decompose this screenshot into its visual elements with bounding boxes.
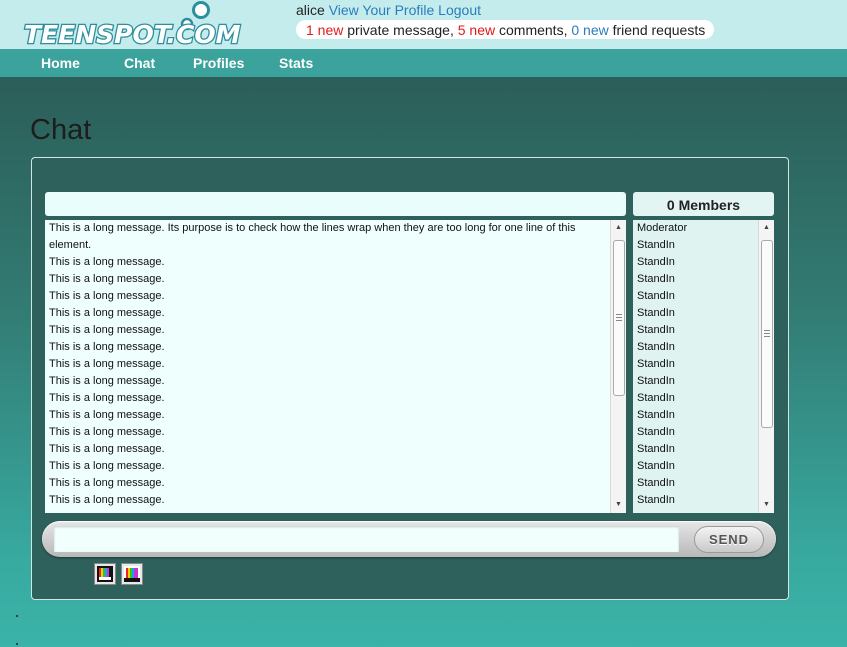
- background-color-button[interactable]: [121, 563, 143, 585]
- member-scroll-thumb[interactable]: [761, 240, 773, 428]
- member-list-item[interactable]: StandIn: [633, 305, 774, 322]
- member-list-item[interactable]: StandIn: [633, 458, 774, 475]
- top-header: TEENSPOT.COM alice View Your Profile Log…: [0, 0, 847, 49]
- chat-message: This is a long message.: [49, 256, 165, 268]
- chat-message: This is a long message.: [49, 494, 165, 506]
- decorative-dot: [16, 615, 18, 617]
- scroll-down-icon[interactable]: ▼: [611, 497, 626, 513]
- member-list-item[interactable]: StandIn: [633, 441, 774, 458]
- member-list-item[interactable]: StandIn: [633, 339, 774, 356]
- member-list-item[interactable]: StandIn: [633, 492, 774, 509]
- member-list-item[interactable]: StandIn: [633, 271, 774, 288]
- logo-wordmark: TEENSPOT.COM: [24, 20, 241, 49]
- chat-message: This is a long message.: [49, 290, 165, 302]
- username: alice: [296, 2, 325, 18]
- member-list-item[interactable]: StandIn: [633, 322, 774, 339]
- message-scrollbar[interactable]: ▲ ▼: [610, 220, 626, 513]
- comments-label: comments,: [499, 22, 568, 38]
- private-messages-label: private message,: [347, 22, 454, 38]
- member-list-item[interactable]: Moderator: [633, 220, 774, 237]
- nav-profiles[interactable]: Profiles: [193, 55, 244, 71]
- message-scroll-thumb[interactable]: [613, 240, 625, 396]
- member-scrollbar[interactable]: ▲ ▼: [758, 220, 774, 513]
- nav-chat[interactable]: Chat: [124, 55, 155, 71]
- comments-count[interactable]: 5 new: [458, 22, 495, 38]
- chat-message: This is a long message.: [49, 375, 165, 387]
- member-list[interactable]: Moderator StandIn StandIn StandIn StandIn Sta…: [633, 220, 774, 513]
- send-button[interactable]: SEND: [694, 526, 764, 553]
- chat-message: This is a long message.: [49, 409, 165, 421]
- text-color-button[interactable]: [94, 563, 116, 585]
- members-count-header: 0 Members: [633, 192, 774, 216]
- scroll-up-icon[interactable]: ▲: [611, 220, 626, 236]
- nav-stats[interactable]: Stats: [279, 55, 313, 71]
- main-nav: Home Chat Profiles Stats: [0, 49, 847, 77]
- chat-message: This is a long message. Its purpose is t…: [49, 222, 576, 251]
- member-list-item[interactable]: StandIn: [633, 356, 774, 373]
- member-list-item[interactable]: StandIn: [633, 475, 774, 492]
- scroll-up-icon[interactable]: ▲: [759, 220, 774, 236]
- chat-message: This is a long message.: [49, 341, 165, 353]
- member-list-item[interactable]: StandIn: [633, 407, 774, 424]
- decorative-dot: [16, 643, 18, 645]
- friend-requests-label: friend requests: [612, 22, 706, 38]
- friend-requests-count[interactable]: 0 new: [571, 22, 608, 38]
- member-container: Moderator StandIn StandIn StandIn StandIn Sta…: [633, 220, 774, 509]
- message-list[interactable]: This is a long message. Its purpose is t…: [45, 220, 626, 513]
- chat-message: This is a long message.: [49, 392, 165, 404]
- site-logo[interactable]: TEENSPOT.COM: [22, 0, 267, 49]
- member-list-item[interactable]: StandIn: [633, 373, 774, 390]
- private-messages-count[interactable]: 1 new: [306, 22, 343, 38]
- chat-topic-bar: [45, 192, 626, 216]
- nav-home[interactable]: Home: [41, 55, 80, 71]
- scroll-down-icon[interactable]: ▼: [759, 497, 774, 513]
- chat-message: This is a long message.: [49, 443, 165, 455]
- message-input[interactable]: [54, 526, 679, 552]
- text-color-icon: [97, 566, 113, 582]
- member-list-item[interactable]: StandIn: [633, 237, 774, 254]
- member-list-item[interactable]: StandIn: [633, 424, 774, 441]
- background-color-icon: [124, 566, 140, 582]
- member-list-item[interactable]: StandIn: [633, 254, 774, 271]
- chat-message: This is a long message.: [49, 273, 165, 285]
- chat-message: This is a long message.: [49, 307, 165, 319]
- member-list-item[interactable]: StandIn: [633, 390, 774, 407]
- grip-icon: [764, 330, 770, 337]
- chat-message: This is a long message.: [49, 324, 165, 336]
- page-title: Chat: [30, 114, 92, 146]
- chat-message: This is a long message.: [49, 426, 165, 438]
- grip-icon: [616, 314, 622, 321]
- logout-link[interactable]: Logout: [438, 2, 481, 18]
- member-list-item[interactable]: StandIn: [633, 288, 774, 305]
- message-container: This is a long message. Its purpose is t…: [45, 220, 626, 509]
- notification-bar: 1 new private message, 5 new comments, 0…: [296, 20, 715, 39]
- chat-message: This is a long message.: [49, 460, 165, 472]
- chat-message: This is a long message.: [49, 477, 165, 489]
- view-profile-link[interactable]: View Your Profile: [329, 2, 435, 18]
- user-links: alice View Your Profile Logout: [296, 2, 481, 18]
- chat-message: This is a long message.: [49, 358, 165, 370]
